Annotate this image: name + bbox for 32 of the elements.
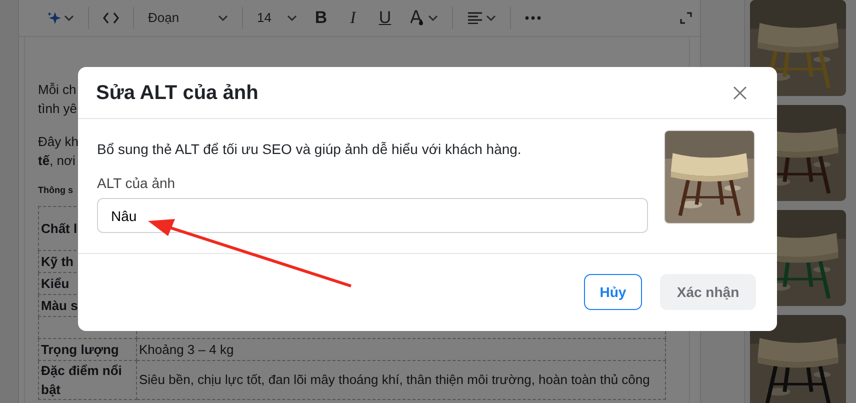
alt-text-field[interactable]: Nâu — [97, 198, 648, 233]
expand-icon — [680, 12, 692, 24]
format-button[interactable]: B — [305, 5, 337, 31]
code-icon — [103, 12, 119, 24]
toolbar-dropdown[interactable]: 14 — [249, 5, 305, 31]
table-cell: Đặc điểm nổi bật — [38, 360, 136, 399]
format-button[interactable]: U — [369, 5, 401, 31]
caret-icon — [486, 15, 496, 21]
cancel-button[interactable]: Hủy — [584, 274, 642, 310]
font-color-icon — [409, 10, 425, 26]
paragraph-text: tình yê — [38, 100, 78, 118]
confirm-button[interactable]: Xác nhận — [660, 274, 756, 310]
close-button[interactable] — [733, 86, 747, 100]
caret-icon — [64, 15, 74, 21]
table-cell: Trọng lượng — [38, 338, 136, 360]
caret-icon — [287, 15, 297, 21]
more-icon — [525, 16, 541, 20]
sparkle-icon — [47, 11, 61, 25]
paragraph-text: Mỗi ch — [38, 81, 76, 99]
paragraph-text: Đây kh — [38, 133, 78, 151]
caret-icon — [218, 15, 228, 21]
table-cell: Khoảng 3 – 4 kg — [136, 338, 666, 360]
dialog-description: Bổ sung thẻ ALT để tối ưu SEO và giúp ảnh dễ hiểu với khách hàng. — [97, 140, 522, 159]
paragraph-text: tế, nơi — [38, 152, 76, 170]
field-label: ALT của ảnh — [97, 174, 176, 193]
dialog-title: Sửa ALT của ảnh — [96, 80, 258, 104]
format-button[interactable]: I — [337, 5, 369, 31]
table-cell: Siêu bền, chịu lực tốt, đan lõi mây thoáng khí, thân thiện môi trường, hoàn toàn thủ công — [136, 360, 666, 399]
caret-icon — [428, 15, 438, 21]
toolbar-dropdown[interactable]: Đoạn — [140, 5, 236, 31]
align-left-icon — [467, 12, 483, 24]
section-heading: Thông s — [38, 184, 73, 197]
